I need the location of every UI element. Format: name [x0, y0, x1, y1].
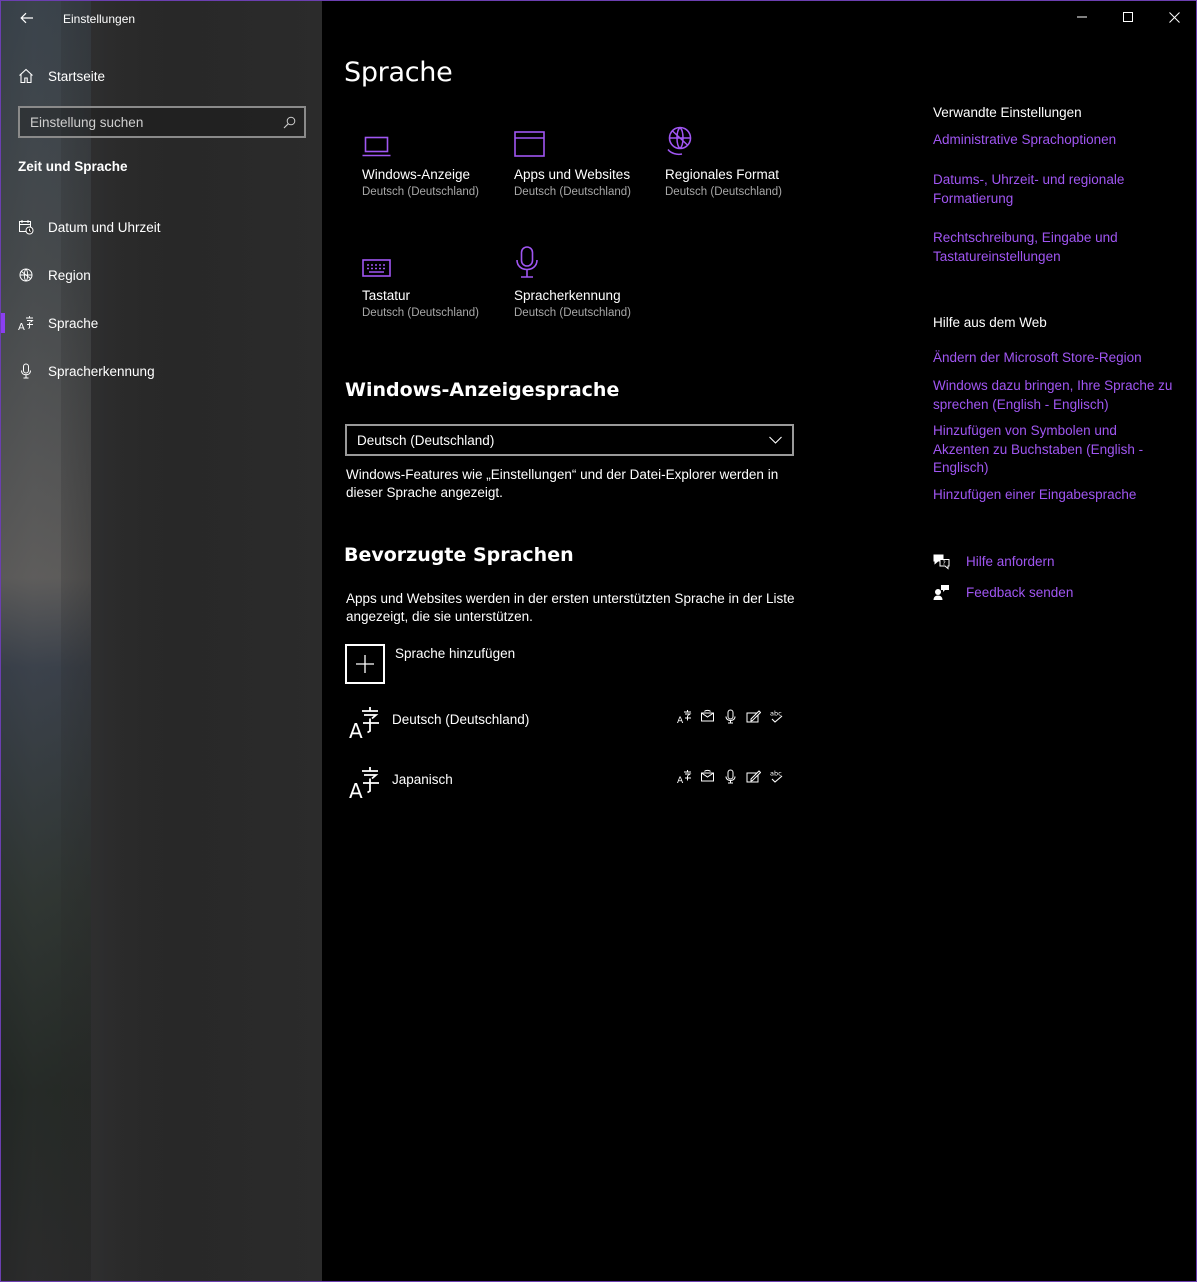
- sidebar-item-label: Sprache: [48, 315, 99, 331]
- text-to-speech-feature-icon: [699, 708, 716, 725]
- sidebar-section-title: Zeit und Sprache: [18, 159, 128, 174]
- sidebar-item-datum-und-uhrzeit[interactable]: Datum und Uhrzeit: [1, 207, 322, 247]
- main-content: Sprache Windows-Anzeige Deutsch (Deutsch…: [322, 1, 1196, 1281]
- tile-subtitle: Deutsch (Deutschland): [514, 307, 631, 319]
- search-input[interactable]: [30, 114, 283, 130]
- language-item-japanisch[interactable]: A Japanisch A abc: [345, 765, 795, 813]
- related-settings-heading: Verwandte Einstellungen: [933, 105, 1082, 120]
- browser-window-icon: [514, 119, 654, 157]
- back-button[interactable]: [15, 7, 39, 29]
- display-language-description: Windows-Features wie „Einstellungen“ und…: [346, 467, 779, 500]
- sidebar-item-label: Datum und Uhrzeit: [48, 219, 161, 235]
- laptop-icon: [362, 119, 502, 157]
- language-item-deutsch[interactable]: A Deutsch (Deutschland) A abc: [345, 705, 795, 753]
- web-help-heading: Hilfe aus dem Web: [933, 315, 1047, 330]
- svg-text:A: A: [677, 776, 684, 784]
- display-language-dropdown[interactable]: Deutsch (Deutschland): [345, 424, 794, 456]
- globe-icon: [18, 267, 34, 283]
- tile-subtitle: Deutsch (Deutschland): [362, 186, 479, 198]
- tile-label: Spracherkennung: [514, 288, 621, 303]
- microphone-icon: [514, 240, 654, 278]
- add-language-button[interactable]: Sprache hinzufügen: [345, 644, 515, 684]
- back-arrow-icon: [20, 12, 33, 24]
- svg-text:A: A: [349, 779, 363, 801]
- home-link[interactable]: Startseite: [18, 65, 105, 87]
- home-icon: [19, 68, 33, 84]
- globe-format-icon: [665, 119, 805, 157]
- keyboard-icon: [362, 240, 502, 278]
- svg-text:A: A: [349, 719, 363, 741]
- window-title: Einstellungen: [63, 12, 136, 26]
- tile-tastatur[interactable]: Tastatur Deutsch (Deutschland): [362, 240, 502, 340]
- tile-label: Apps und Websites: [514, 167, 631, 182]
- tile-label: Windows-Anzeige: [362, 167, 471, 182]
- web-link-eingabesprache[interactable]: Hinzufügen einer Eingabesprache: [933, 486, 1173, 505]
- language-name: Japanisch: [392, 772, 453, 787]
- search-box[interactable]: [18, 106, 306, 138]
- language-icon: A: [18, 315, 34, 331]
- calendar-clock-icon: [18, 219, 34, 235]
- page-title: Sprache: [344, 57, 453, 88]
- tile-label: Regionales Format: [665, 167, 780, 182]
- tile-label: Tastatur: [362, 288, 411, 303]
- chevron-down-icon: [769, 436, 782, 444]
- display-language-heading: Windows-Anzeigesprache: [345, 379, 620, 401]
- web-link-sprache-sprechen[interactable]: Windows dazu bringen, Ihre Sprache zu sp…: [933, 377, 1173, 414]
- web-link-store-region[interactable]: Ändern der Microsoft Store-Region: [933, 349, 1173, 368]
- language-name: Deutsch (Deutschland): [392, 712, 530, 727]
- feedback-icon: [933, 585, 949, 600]
- add-language-label: Sprache hinzufügen: [395, 646, 516, 661]
- svg-text:abc: abc: [770, 710, 782, 718]
- tile-regionales-format[interactable]: Regionales Format Deutsch (Deutschland): [665, 119, 805, 219]
- language-features: A abc: [676, 768, 785, 785]
- search-icon: [283, 116, 296, 128]
- preferred-languages-description: Apps und Websites werden in der ersten u…: [346, 591, 795, 624]
- related-link-administrative[interactable]: Administrative Sprachoptionen: [933, 131, 1173, 150]
- tile-subtitle: Deutsch (Deutschland): [665, 186, 782, 198]
- sidebar-item-sprache[interactable]: A Sprache: [1, 303, 322, 343]
- handwriting-feature-icon: [745, 768, 762, 785]
- plus-icon: [345, 644, 385, 684]
- tile-spracherkennung[interactable]: Spracherkennung Deutsch (Deutschland): [514, 240, 654, 340]
- sidebar-item-region[interactable]: Region: [1, 255, 322, 295]
- preferred-languages-heading: Bevorzugte Sprachen: [344, 544, 574, 566]
- language-icon: A: [347, 765, 381, 805]
- related-link-formatierung[interactable]: Datums-, Uhrzeit- und regionale Formatie…: [933, 171, 1173, 208]
- language-features: A abc: [676, 708, 785, 725]
- svg-text:A: A: [677, 716, 684, 724]
- text-to-speech-feature-icon: [699, 768, 716, 785]
- related-link-rechtschreibung[interactable]: Rechtschreibung, Eingabe und Tastaturein…: [933, 229, 1173, 266]
- sidebar-item-spracherkennung[interactable]: Spracherkennung: [1, 351, 322, 391]
- dropdown-selected-value: Deutsch (Deutschland): [357, 432, 495, 448]
- sidebar: Einstellungen Startseite Zeit und Sprach…: [1, 1, 322, 1281]
- send-feedback-label: Feedback senden: [966, 585, 1074, 600]
- display-language-feature-icon: A: [676, 708, 693, 725]
- web-link-symbole-akzente[interactable]: Hinzufügen von Symbolen und Akzenten zu …: [933, 422, 1173, 478]
- display-language-feature-icon: A: [676, 768, 693, 785]
- svg-text:A: A: [18, 322, 25, 331]
- spellcheck-feature-icon: abc: [768, 708, 785, 725]
- language-icon: A: [347, 705, 381, 745]
- handwriting-feature-icon: [745, 708, 762, 725]
- get-help-label: Hilfe anfordern: [966, 554, 1055, 569]
- sidebar-item-label: Region: [48, 267, 91, 283]
- help-chat-icon: ?: [933, 554, 950, 570]
- spellcheck-feature-icon: abc: [768, 768, 785, 785]
- speech-feature-icon: [722, 708, 739, 725]
- microphone-icon: [18, 363, 34, 379]
- tile-subtitle: Deutsch (Deutschland): [362, 307, 479, 319]
- send-feedback-link[interactable]: Feedback senden: [933, 584, 1073, 601]
- tile-windows-anzeige[interactable]: Windows-Anzeige Deutsch (Deutschland): [362, 119, 502, 219]
- settings-window: Einstellungen Startseite Zeit und Sprach…: [0, 0, 1197, 1282]
- sidebar-item-label: Spracherkennung: [48, 363, 155, 379]
- speech-feature-icon: [722, 768, 739, 785]
- tile-subtitle: Deutsch (Deutschland): [514, 186, 631, 198]
- svg-text:abc: abc: [770, 770, 782, 778]
- svg-text:?: ?: [943, 560, 946, 567]
- get-help-link[interactable]: ? Hilfe anfordern: [933, 553, 1055, 570]
- tile-apps-und-websites[interactable]: Apps und Websites Deutsch (Deutschland): [514, 119, 654, 219]
- home-label: Startseite: [48, 68, 106, 84]
